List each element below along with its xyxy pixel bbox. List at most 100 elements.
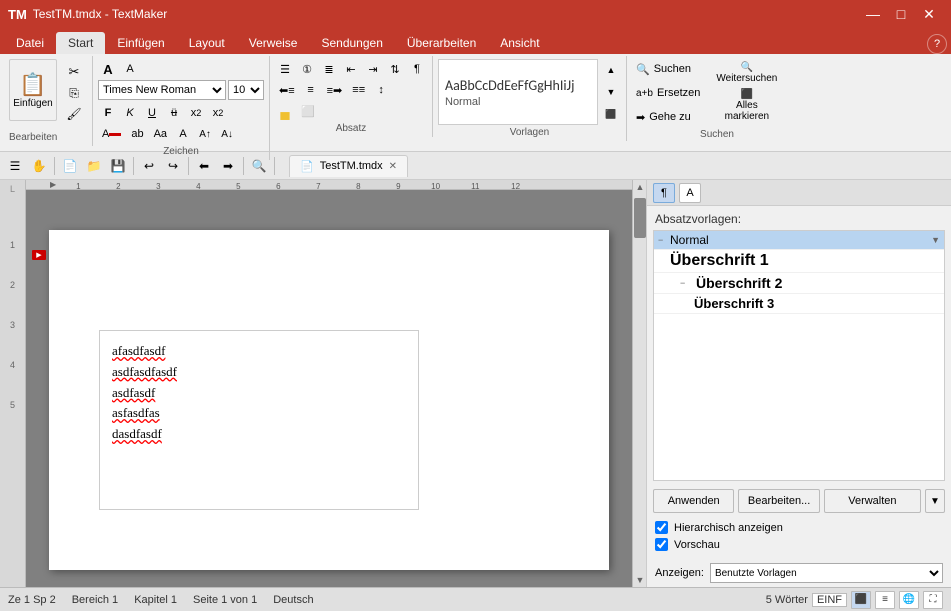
view-full-btn[interactable]: ⛶ bbox=[923, 591, 943, 609]
view-outline-btn[interactable]: ≡ bbox=[875, 591, 895, 609]
hierarchisch-checkbox[interactable] bbox=[655, 521, 668, 534]
char-scale-button[interactable]: A↑ bbox=[195, 124, 215, 144]
help-button[interactable]: ? bbox=[927, 34, 947, 54]
verwalten-dropdown-btn[interactable]: ▼ bbox=[925, 489, 945, 513]
toolbar-menu-btn[interactable]: ☰ bbox=[4, 155, 26, 177]
search-button[interactable]: 🔍 Suchen bbox=[632, 59, 704, 79]
ruler-mark-4: 4 bbox=[196, 182, 200, 189]
indent-dec-btn[interactable]: ⇤ bbox=[341, 59, 361, 79]
justify-btn[interactable]: ≡≡ bbox=[348, 80, 369, 100]
char-clear-button[interactable]: A↓ bbox=[217, 124, 237, 144]
list-btn[interactable]: ☰ bbox=[275, 59, 295, 79]
goto-button[interactable]: ➡ Gehe zu bbox=[632, 107, 704, 127]
maximize-button[interactable]: □ bbox=[887, 0, 915, 28]
font-color-button[interactable]: A bbox=[98, 124, 125, 144]
anwenden-button[interactable]: Anwenden bbox=[653, 489, 734, 513]
doc-tab-close-btn[interactable]: ✕ bbox=[389, 161, 397, 172]
toolbar-zoom-btn[interactable]: 🔍 bbox=[248, 155, 270, 177]
tab-sendungen[interactable]: Sendungen bbox=[309, 32, 394, 54]
toolbar-back-btn[interactable]: ⬅ bbox=[193, 155, 215, 177]
style-heading2[interactable]: − Überschrift 2 bbox=[654, 273, 944, 294]
vorschau-checkbox[interactable] bbox=[655, 538, 668, 551]
pilcrow-btn[interactable]: ¶ bbox=[407, 59, 427, 79]
strikethrough-button[interactable]: ü bbox=[164, 103, 184, 123]
copy-button[interactable]: ⎘ bbox=[61, 84, 87, 102]
view-web-btn[interactable]: 🌐 bbox=[899, 591, 919, 609]
bearbeiten-button[interactable]: Bearbeiten... bbox=[738, 489, 819, 513]
view-normal-btn[interactable]: ⬛ bbox=[851, 591, 871, 609]
border-btn[interactable]: ⬜ bbox=[297, 101, 319, 121]
style-heading1[interactable]: Überschrift 1 bbox=[654, 250, 944, 273]
sort-btn[interactable]: ⇅ bbox=[385, 59, 405, 79]
toolbar-hand-btn[interactable]: ✋ bbox=[28, 155, 50, 177]
heading2-expand[interactable]: − bbox=[680, 278, 692, 288]
toolbar-open-btn[interactable]: 📁 bbox=[83, 155, 105, 177]
scroll-up-btn[interactable]: ▲ bbox=[633, 180, 647, 194]
vr-2: 1 bbox=[10, 240, 15, 250]
paste-button[interactable]: 📋 Einfügen bbox=[9, 59, 57, 121]
page-canvas[interactable]: ▶ afasdfasdf asdfasdfasdf bbox=[26, 190, 632, 587]
tab-layout[interactable]: Layout bbox=[177, 32, 237, 54]
font-size-select[interactable]: 10 bbox=[228, 80, 264, 100]
tab-datei[interactable]: Datei bbox=[4, 32, 56, 54]
underline-button[interactable]: U bbox=[142, 103, 162, 123]
caps-button[interactable]: Aa bbox=[150, 124, 171, 144]
toolbar-redo-btn[interactable]: ↪ bbox=[162, 155, 184, 177]
status-einf[interactable]: EINF bbox=[812, 593, 847, 607]
style-normal[interactable]: − Normal ▼ bbox=[654, 231, 944, 250]
scroll-down-btn[interactable]: ▼ bbox=[633, 573, 647, 587]
toolbar-sep5 bbox=[274, 157, 275, 175]
tab-ansicht[interactable]: Ansicht bbox=[488, 32, 551, 54]
num-list-btn[interactable]: ① bbox=[297, 59, 317, 79]
verwalten-button[interactable]: Verwalten bbox=[824, 489, 921, 513]
document-tab[interactable]: 📄 TestTM.tmdx ✕ bbox=[289, 155, 408, 177]
weitersuchen-button[interactable]: 🔍 Weitersuchen bbox=[712, 59, 781, 87]
cut-button[interactable]: ✂ bbox=[61, 63, 87, 81]
line-space-btn[interactable]: ↕ bbox=[371, 80, 391, 100]
shading-btn[interactable]: ▄ bbox=[275, 101, 295, 121]
normal-expand[interactable]: − bbox=[658, 235, 670, 245]
scroll-track[interactable] bbox=[633, 194, 646, 573]
multilevel-btn[interactable]: ≣ bbox=[319, 59, 339, 79]
replace-button[interactable]: a+b Ersetzen bbox=[632, 83, 704, 103]
styles-list[interactable]: − Normal ▼ Überschrift 1 − Überschrift 2… bbox=[653, 230, 945, 481]
tab-ueberarbeiten[interactable]: Überarbeiten bbox=[395, 32, 488, 54]
styles-scroll-down[interactable]: ▼ bbox=[601, 82, 621, 102]
toolbar-new-btn[interactable]: 📄 bbox=[59, 155, 81, 177]
minimize-button[interactable]: — bbox=[859, 0, 887, 28]
tab-verweise[interactable]: Verweise bbox=[237, 32, 310, 54]
highlight-button[interactable]: ab bbox=[127, 124, 147, 144]
close-button[interactable]: ✕ bbox=[915, 0, 943, 28]
alles-markieren-button[interactable]: ⬛ Allesmarkieren bbox=[721, 91, 773, 119]
font-size-shrink-btn[interactable]: A bbox=[120, 59, 140, 79]
show-select[interactable]: Benutzte Vorlagen bbox=[710, 563, 943, 583]
bold-button[interactable]: F bbox=[98, 103, 118, 123]
tab-einfuegen[interactable]: Einfügen bbox=[105, 32, 176, 54]
superscript-button[interactable]: x2 bbox=[208, 103, 228, 123]
font-name-select[interactable]: Times New Roman bbox=[98, 80, 226, 100]
status-right: 5 Wörter EINF ⬛ ≡ 🌐 ⛶ bbox=[766, 591, 943, 609]
styles-expand[interactable]: ⬛ bbox=[601, 104, 621, 124]
subscript-button[interactable]: x2 bbox=[186, 103, 206, 123]
toolbar-undo-btn[interactable]: ↩ bbox=[138, 155, 160, 177]
text-box[interactable]: afasdfasdf asdfasdfasdf asdfasdf asfasdf… bbox=[99, 330, 419, 510]
toolbar-save-btn[interactable]: 💾 bbox=[107, 155, 129, 177]
font-size-grow-btn[interactable]: A bbox=[98, 59, 118, 79]
align-left-btn[interactable]: ⬅≡ bbox=[275, 80, 299, 100]
toolbar-forward-btn[interactable]: ➡ bbox=[217, 155, 239, 177]
align-right-btn[interactable]: ≡➡ bbox=[323, 80, 347, 100]
panel-absatz-btn[interactable]: ¶ bbox=[653, 183, 675, 203]
tab-start[interactable]: Start bbox=[56, 32, 105, 54]
normal-dropdown-arrow[interactable]: ▼ bbox=[931, 235, 940, 245]
format-paint-button[interactable]: 🖌 bbox=[61, 105, 87, 123]
vertical-scrollbar[interactable]: ▲ ▼ bbox=[632, 180, 646, 587]
align-center-btn[interactable]: ≡ bbox=[301, 80, 321, 100]
panel-zeichen-btn[interactable]: A bbox=[679, 183, 701, 203]
styles-scroll-up[interactable]: ▲ bbox=[601, 60, 621, 80]
indent-inc-btn[interactable]: ⇥ bbox=[363, 59, 383, 79]
document-page[interactable]: afasdfasdf asdfasdfasdf asdfasdf asfasdf… bbox=[49, 230, 609, 570]
char-spacing-button[interactable]: A bbox=[173, 124, 193, 144]
scroll-thumb[interactable] bbox=[634, 198, 646, 238]
style-heading3[interactable]: Überschrift 3 bbox=[654, 294, 944, 314]
italic-button[interactable]: K bbox=[120, 103, 140, 123]
